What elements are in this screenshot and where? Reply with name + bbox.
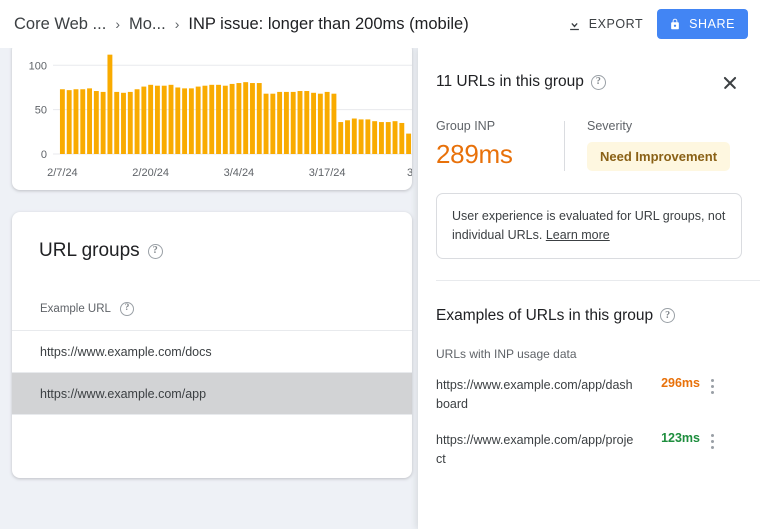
url-groups-row-list: https://www.example.com/docs https://www… (12, 330, 412, 456)
metric-group-inp-label: Group INP (436, 119, 564, 133)
examples-subtitle: URLs with INP usage data (418, 325, 760, 361)
example-url-list: https://www.example.com/app/dashboard 29… (418, 376, 760, 486)
example-url-label: https://www.example.com/app/dashboard (436, 376, 648, 415)
help-icon-panel-title[interactable]: ? (591, 75, 606, 90)
breadcrumb: Core Web ... › Mo... › INP issue: longer… (14, 14, 559, 34)
table-row[interactable]: https://www.example.com/app (12, 372, 412, 414)
breadcrumb-separator-2: › (175, 14, 180, 34)
close-icon[interactable] (716, 69, 744, 97)
example-url-inp-value: 123ms (648, 431, 700, 445)
learn-more-link[interactable]: Learn more (546, 228, 610, 242)
panel-title-text: 11 URLs in this group (436, 73, 584, 91)
chart-svg: 0 50 100 2/7/24 2/20/24 3/4/24 3/17/24 3 (12, 48, 412, 190)
url-group-label: https://www.example.com/app (40, 387, 206, 401)
export-button[interactable]: EXPORT (559, 9, 651, 39)
column-header-example-url: Example URL ? (12, 262, 412, 316)
svg-text:100: 100 (29, 60, 47, 72)
table-row[interactable]: https://www.example.com/docs (12, 330, 412, 372)
svg-text:3/4/24: 3/4/24 (224, 167, 255, 179)
url-groups-title: URL groups ? (12, 212, 412, 262)
example-url-inp-value: 296ms (648, 376, 700, 390)
examples-title-text: Examples of URLs in this group (436, 307, 653, 325)
metric-group-inp-value: 289ms (436, 139, 564, 170)
inp-trend-chart-card: 0 50 100 2/7/24 2/20/24 3/4/24 3/17/24 3 (12, 48, 412, 190)
metric-severity: Severity Need Improvement (587, 119, 730, 171)
url-group-label: https://www.example.com/docs (40, 345, 212, 359)
more-options-icon[interactable] (700, 376, 726, 396)
list-item[interactable]: https://www.example.com/app/dashboard 29… (418, 376, 760, 431)
app-header: Core Web ... › Mo... › INP issue: longer… (0, 0, 760, 48)
share-button[interactable]: SHARE (657, 9, 748, 39)
download-icon (567, 17, 582, 32)
list-item[interactable]: https://www.example.com/app/project 123m… (418, 431, 760, 486)
table-row-empty (12, 414, 412, 456)
panel-title: 11 URLs in this group ? (436, 73, 716, 91)
column-header-label: Example URL (40, 303, 111, 315)
help-icon-example-url[interactable]: ? (120, 302, 134, 316)
example-url-label: https://www.example.com/app/project (436, 431, 648, 470)
export-label: EXPORT (589, 17, 643, 31)
url-group-notice: User experience is evaluated for URL gro… (436, 193, 742, 259)
help-icon-examples[interactable]: ? (660, 308, 675, 323)
page-root: Core Web ... › Mo... › INP issue: longer… (0, 0, 760, 529)
breadcrumb-separator-1: › (115, 14, 120, 34)
left-column: 0 50 100 2/7/24 2/20/24 3/4/24 3/17/24 3 URL gr… (0, 48, 424, 529)
help-icon-url-groups[interactable]: ? (148, 244, 163, 259)
url-group-details-panel: 11 URLs in this group ? Group INP 289ms … (418, 48, 760, 529)
inp-trend-chart: 0 50 100 2/7/24 2/20/24 3/4/24 3/17/24 3 (12, 48, 412, 190)
svg-text:0: 0 (41, 149, 47, 161)
status-badge: Need Improvement (587, 142, 730, 171)
svg-text:3: 3 (407, 167, 412, 179)
share-label: SHARE (689, 17, 735, 31)
url-groups-title-text: URL groups (39, 240, 140, 262)
metric-group-inp: Group INP 289ms (436, 119, 564, 171)
url-groups-card: URL groups ? Example URL ? https://www.e… (12, 212, 412, 478)
svg-text:2/7/24: 2/7/24 (47, 167, 78, 179)
metrics-divider (564, 121, 565, 171)
breadcrumb-mobile[interactable]: Mo... (129, 14, 166, 34)
more-options-icon[interactable] (700, 431, 726, 451)
examples-title: Examples of URLs in this group ? (418, 281, 760, 325)
svg-text:50: 50 (35, 105, 47, 117)
lock-icon (668, 17, 682, 31)
metric-severity-label: Severity (587, 119, 730, 133)
breadcrumb-current: INP issue: longer than 200ms (mobile) (188, 14, 468, 34)
svg-text:2/20/24: 2/20/24 (132, 167, 169, 179)
breadcrumb-core-web-vitals[interactable]: Core Web ... (14, 14, 106, 34)
svg-text:3/17/24: 3/17/24 (309, 167, 346, 179)
panel-header: 11 URLs in this group ? (418, 48, 760, 97)
panel-metrics: Group INP 289ms Severity Need Improvemen… (418, 97, 760, 171)
header-actions: EXPORT SHARE (559, 9, 748, 39)
